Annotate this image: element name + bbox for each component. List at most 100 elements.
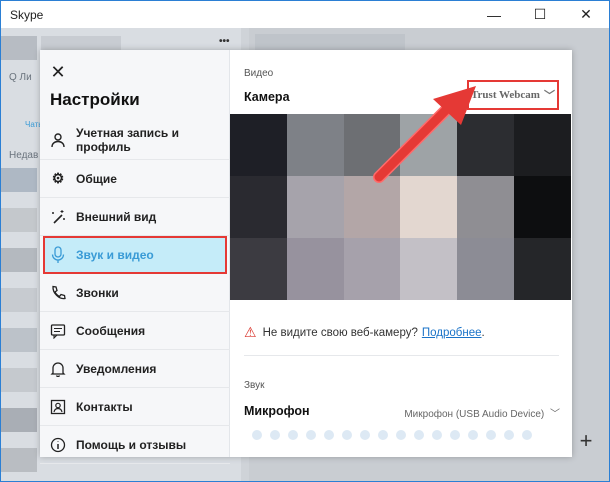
settings-title: Настройки [50, 90, 140, 109]
mic-level-dot [468, 430, 478, 440]
preview-block [286, 176, 344, 238]
blurred-contact [1, 448, 37, 472]
person-icon [48, 130, 68, 150]
learn-more-link[interactable]: Подробнее [422, 327, 482, 339]
bell-icon [48, 359, 68, 379]
preview-block [457, 238, 515, 300]
nav-item-label: Общие [76, 171, 117, 186]
mic-level-dot [504, 430, 514, 440]
audio-section-label: Звук [244, 380, 265, 391]
camera-warning: ⚠ Не видите свою веб-камеру? Подробнее . [244, 324, 485, 341]
camera-label: Камера [244, 90, 290, 104]
nav-item-label: Звук и видео [76, 247, 154, 262]
camera-select[interactable]: Trust Webcam ﹀ [467, 80, 559, 110]
preview-block [343, 114, 401, 176]
mic-level-dot [522, 430, 532, 440]
blurred-contact [1, 208, 37, 232]
preview-block [457, 114, 515, 176]
preview-block [230, 238, 287, 300]
microphone-label: Микрофон [244, 404, 310, 418]
warning-suffix: . [481, 326, 485, 339]
nav-item-account[interactable]: Учетная запись и профиль [40, 120, 230, 160]
info-icon [48, 435, 68, 455]
maximize-button[interactable]: ☐ [517, 1, 563, 28]
nav-item-label: Учетная запись и профиль [76, 125, 179, 154]
gear-icon: ⚙ [51, 170, 65, 186]
add-button[interactable]: + [571, 426, 601, 456]
preview-block [400, 176, 458, 238]
preview-block [514, 238, 571, 300]
nav-item-label: Звонки [76, 285, 119, 300]
background-recent: Недав [9, 150, 39, 161]
nav-item-audio-video[interactable]: Звук и видео [43, 236, 227, 274]
nav-item-label: Внешний вид [76, 209, 157, 224]
mic-level-dot [414, 430, 424, 440]
blurred-contact [1, 368, 37, 392]
microphone-icon [48, 245, 68, 265]
microphone-select-value: Микрофон (USB Audio Device) [404, 409, 545, 420]
mic-level-dot [378, 430, 388, 440]
divider [244, 355, 559, 356]
mic-level-dot [342, 430, 352, 440]
nav-item-notifications[interactable]: Уведомления [40, 350, 230, 388]
mic-level-dot [450, 430, 460, 440]
preview-block [514, 114, 571, 176]
warning-icon: ⚠ [244, 324, 257, 340]
settings-content: Видео Камера Trust Webcam ﹀ ⚠ Не видите … [230, 50, 572, 457]
mic-level-dot [396, 430, 406, 440]
preview-block [457, 176, 515, 238]
nav-item-label: Уведомления [76, 361, 157, 376]
mic-level-dot [288, 430, 298, 440]
blurred-contact [1, 328, 37, 352]
chat-icon [48, 321, 68, 341]
mic-level-dot [324, 430, 334, 440]
background-more-icon: ••• [219, 36, 230, 47]
microphone-select[interactable]: Микрофон (USB Audio Device) ﹀ [404, 405, 560, 420]
nav-item-label: Помощь и отзывы [76, 437, 187, 452]
nav-item-contacts[interactable]: Контакты [40, 388, 230, 426]
preview-block [343, 238, 401, 300]
mic-level-meter [252, 430, 532, 440]
nav-item-messages[interactable]: Сообщения [40, 312, 230, 350]
nav-item-calls[interactable]: Звонки [40, 274, 230, 312]
contacts-icon [48, 397, 68, 417]
mic-level-dot [360, 430, 370, 440]
nav-item-general[interactable]: ⚙ Общие [40, 160, 230, 198]
window-title: Skype [10, 7, 44, 22]
warning-text: Не видите свою веб-камеру? [262, 326, 418, 339]
settings-nav-list: Учетная запись и профиль ⚙ Общие Внешний… [40, 120, 230, 464]
chevron-down-icon: ﹀ [550, 409, 560, 420]
mic-level-dot [252, 430, 262, 440]
nav-item-label: Контакты [76, 399, 133, 414]
preview-block [286, 238, 344, 300]
nav-item-help[interactable]: Помощь и отзывы [40, 426, 230, 464]
preview-block [514, 176, 571, 238]
mic-level-dot [486, 430, 496, 440]
blurred-contact [1, 288, 37, 312]
preview-block [230, 114, 287, 176]
minimize-button[interactable]: — [471, 1, 517, 28]
camera-preview [230, 114, 571, 300]
video-section-label: Видео [244, 68, 274, 79]
nav-item-label: Сообщения [76, 323, 146, 338]
close-window-button[interactable]: ✕ [563, 1, 609, 28]
blurred-contact [1, 408, 37, 432]
magic-wand-icon [48, 207, 68, 227]
blurred-contact [1, 168, 37, 192]
settings-nav: ✕ Настройки Учетная запись и профиль ⚙ О… [40, 50, 230, 464]
skype-window: Skype — ☐ ✕ Q Ли Чаты Недав ••• + ✕ Наст… [0, 0, 610, 482]
blurred-contact [1, 248, 37, 272]
title-bar: Skype — ☐ ✕ [1, 1, 609, 28]
camera-select-value: Trust Webcam [471, 89, 540, 101]
preview-block [400, 114, 458, 176]
preview-block [230, 176, 287, 238]
mic-level-dot [432, 430, 442, 440]
phone-icon [48, 283, 68, 303]
preview-block [286, 114, 344, 176]
preview-block [400, 238, 458, 300]
blurred-avatar [1, 36, 37, 60]
chevron-down-icon: ﹀ [543, 90, 555, 102]
background-search: Q Ли [9, 72, 32, 83]
nav-item-appearance[interactable]: Внешний вид [40, 198, 230, 236]
close-icon[interactable]: ✕ [48, 62, 68, 82]
